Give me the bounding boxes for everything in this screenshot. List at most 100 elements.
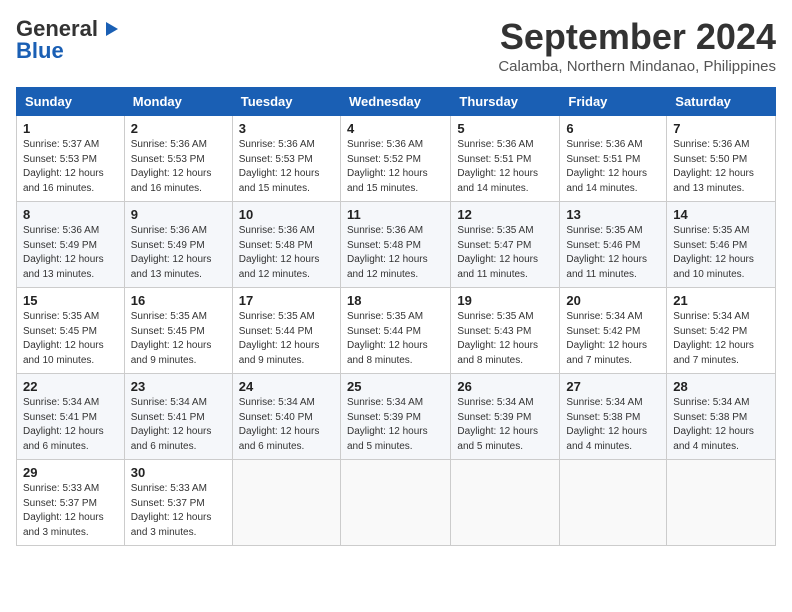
day-number: 30 (131, 465, 226, 480)
calendar-cell (340, 460, 450, 546)
day-detail: Sunrise: 5:35 AMSunset: 5:45 PMDaylight:… (23, 310, 118, 368)
calendar-body: 1 Sunrise: 5:37 AMSunset: 5:53 PMDayligh… (17, 116, 776, 546)
day-detail: Sunrise: 5:36 AMSunset: 5:51 PMDaylight:… (566, 138, 660, 196)
day-number: 29 (23, 465, 118, 480)
day-number: 4 (347, 121, 444, 136)
day-number: 9 (131, 207, 226, 222)
calendar-cell: 25 Sunrise: 5:34 AMSunset: 5:39 PMDaylig… (340, 374, 450, 460)
calendar-cell: 3 Sunrise: 5:36 AMSunset: 5:53 PMDayligh… (232, 116, 340, 202)
day-detail: Sunrise: 5:36 AMSunset: 5:49 PMDaylight:… (23, 224, 118, 282)
calendar-cell: 2 Sunrise: 5:36 AMSunset: 5:53 PMDayligh… (124, 116, 232, 202)
day-detail: Sunrise: 5:35 AMSunset: 5:43 PMDaylight:… (457, 310, 553, 368)
day-number: 6 (566, 121, 660, 136)
day-detail: Sunrise: 5:34 AMSunset: 5:42 PMDaylight:… (566, 310, 660, 368)
calendar-week-2: 8 Sunrise: 5:36 AMSunset: 5:49 PMDayligh… (17, 202, 776, 288)
day-number: 7 (673, 121, 769, 136)
day-number: 26 (457, 379, 553, 394)
weekday-wednesday: Wednesday (340, 88, 450, 116)
day-number: 19 (457, 293, 553, 308)
day-detail: Sunrise: 5:33 AMSunset: 5:37 PMDaylight:… (23, 482, 118, 540)
day-detail: Sunrise: 5:35 AMSunset: 5:46 PMDaylight:… (673, 224, 769, 282)
calendar-cell: 28 Sunrise: 5:34 AMSunset: 5:38 PMDaylig… (667, 374, 776, 460)
calendar-cell: 15 Sunrise: 5:35 AMSunset: 5:45 PMDaylig… (17, 288, 125, 374)
logo-icon (100, 18, 122, 40)
day-detail: Sunrise: 5:35 AMSunset: 5:44 PMDaylight:… (239, 310, 334, 368)
calendar-cell: 29 Sunrise: 5:33 AMSunset: 5:37 PMDaylig… (17, 460, 125, 546)
calendar-cell: 16 Sunrise: 5:35 AMSunset: 5:45 PMDaylig… (124, 288, 232, 374)
logo: General Blue (16, 16, 122, 64)
day-detail: Sunrise: 5:34 AMSunset: 5:40 PMDaylight:… (239, 396, 334, 454)
calendar-cell: 18 Sunrise: 5:35 AMSunset: 5:44 PMDaylig… (340, 288, 450, 374)
calendar-cell: 9 Sunrise: 5:36 AMSunset: 5:49 PMDayligh… (124, 202, 232, 288)
weekday-sunday: Sunday (17, 88, 125, 116)
day-detail: Sunrise: 5:35 AMSunset: 5:44 PMDaylight:… (347, 310, 444, 368)
calendar-cell: 20 Sunrise: 5:34 AMSunset: 5:42 PMDaylig… (560, 288, 667, 374)
title-area: September 2024 Calamba, Northern Mindana… (498, 16, 776, 75)
location-subtitle: Calamba, Northern Mindanao, Philippines (498, 58, 776, 75)
day-number: 12 (457, 207, 553, 222)
calendar-cell: 1 Sunrise: 5:37 AMSunset: 5:53 PMDayligh… (17, 116, 125, 202)
day-detail: Sunrise: 5:34 AMSunset: 5:41 PMDaylight:… (131, 396, 226, 454)
calendar-week-4: 22 Sunrise: 5:34 AMSunset: 5:41 PMDaylig… (17, 374, 776, 460)
calendar-cell: 26 Sunrise: 5:34 AMSunset: 5:39 PMDaylig… (451, 374, 560, 460)
day-detail: Sunrise: 5:36 AMSunset: 5:51 PMDaylight:… (457, 138, 553, 196)
day-number: 16 (131, 293, 226, 308)
day-number: 20 (566, 293, 660, 308)
day-detail: Sunrise: 5:36 AMSunset: 5:48 PMDaylight:… (347, 224, 444, 282)
day-number: 28 (673, 379, 769, 394)
day-number: 11 (347, 207, 444, 222)
calendar-cell: 5 Sunrise: 5:36 AMSunset: 5:51 PMDayligh… (451, 116, 560, 202)
weekday-tuesday: Tuesday (232, 88, 340, 116)
day-number: 13 (566, 207, 660, 222)
calendar-cell: 14 Sunrise: 5:35 AMSunset: 5:46 PMDaylig… (667, 202, 776, 288)
day-number: 10 (239, 207, 334, 222)
month-title: September 2024 (498, 16, 776, 58)
day-detail: Sunrise: 5:34 AMSunset: 5:39 PMDaylight:… (457, 396, 553, 454)
day-detail: Sunrise: 5:36 AMSunset: 5:52 PMDaylight:… (347, 138, 444, 196)
day-number: 21 (673, 293, 769, 308)
calendar-cell: 7 Sunrise: 5:36 AMSunset: 5:50 PMDayligh… (667, 116, 776, 202)
day-number: 5 (457, 121, 553, 136)
calendar-cell: 22 Sunrise: 5:34 AMSunset: 5:41 PMDaylig… (17, 374, 125, 460)
day-number: 23 (131, 379, 226, 394)
calendar-cell: 12 Sunrise: 5:35 AMSunset: 5:47 PMDaylig… (451, 202, 560, 288)
weekday-thursday: Thursday (451, 88, 560, 116)
day-detail: Sunrise: 5:37 AMSunset: 5:53 PMDaylight:… (23, 138, 118, 196)
day-number: 22 (23, 379, 118, 394)
logo-blue: Blue (16, 38, 64, 64)
calendar-cell: 4 Sunrise: 5:36 AMSunset: 5:52 PMDayligh… (340, 116, 450, 202)
calendar-cell: 6 Sunrise: 5:36 AMSunset: 5:51 PMDayligh… (560, 116, 667, 202)
calendar-cell: 23 Sunrise: 5:34 AMSunset: 5:41 PMDaylig… (124, 374, 232, 460)
day-detail: Sunrise: 5:34 AMSunset: 5:38 PMDaylight:… (673, 396, 769, 454)
day-detail: Sunrise: 5:35 AMSunset: 5:45 PMDaylight:… (131, 310, 226, 368)
calendar-cell: 10 Sunrise: 5:36 AMSunset: 5:48 PMDaylig… (232, 202, 340, 288)
header: General Blue September 2024 Calamba, Nor… (16, 16, 776, 75)
day-detail: Sunrise: 5:36 AMSunset: 5:53 PMDaylight:… (239, 138, 334, 196)
day-number: 1 (23, 121, 118, 136)
calendar-table: SundayMondayTuesdayWednesdayThursdayFrid… (16, 87, 776, 546)
day-number: 8 (23, 207, 118, 222)
day-number: 18 (347, 293, 444, 308)
day-number: 2 (131, 121, 226, 136)
calendar-week-5: 29 Sunrise: 5:33 AMSunset: 5:37 PMDaylig… (17, 460, 776, 546)
day-detail: Sunrise: 5:34 AMSunset: 5:41 PMDaylight:… (23, 396, 118, 454)
calendar-week-1: 1 Sunrise: 5:37 AMSunset: 5:53 PMDayligh… (17, 116, 776, 202)
weekday-header-row: SundayMondayTuesdayWednesdayThursdayFrid… (17, 88, 776, 116)
calendar-cell: 17 Sunrise: 5:35 AMSunset: 5:44 PMDaylig… (232, 288, 340, 374)
calendar-cell: 30 Sunrise: 5:33 AMSunset: 5:37 PMDaylig… (124, 460, 232, 546)
day-detail: Sunrise: 5:35 AMSunset: 5:46 PMDaylight:… (566, 224, 660, 282)
day-detail: Sunrise: 5:36 AMSunset: 5:49 PMDaylight:… (131, 224, 226, 282)
calendar-cell (451, 460, 560, 546)
weekday-saturday: Saturday (667, 88, 776, 116)
calendar-cell: 21 Sunrise: 5:34 AMSunset: 5:42 PMDaylig… (667, 288, 776, 374)
calendar-cell: 8 Sunrise: 5:36 AMSunset: 5:49 PMDayligh… (17, 202, 125, 288)
day-detail: Sunrise: 5:36 AMSunset: 5:50 PMDaylight:… (673, 138, 769, 196)
day-number: 24 (239, 379, 334, 394)
calendar-cell: 27 Sunrise: 5:34 AMSunset: 5:38 PMDaylig… (560, 374, 667, 460)
calendar-week-3: 15 Sunrise: 5:35 AMSunset: 5:45 PMDaylig… (17, 288, 776, 374)
day-number: 27 (566, 379, 660, 394)
day-detail: Sunrise: 5:34 AMSunset: 5:38 PMDaylight:… (566, 396, 660, 454)
calendar-cell (667, 460, 776, 546)
day-number: 17 (239, 293, 334, 308)
day-detail: Sunrise: 5:36 AMSunset: 5:53 PMDaylight:… (131, 138, 226, 196)
